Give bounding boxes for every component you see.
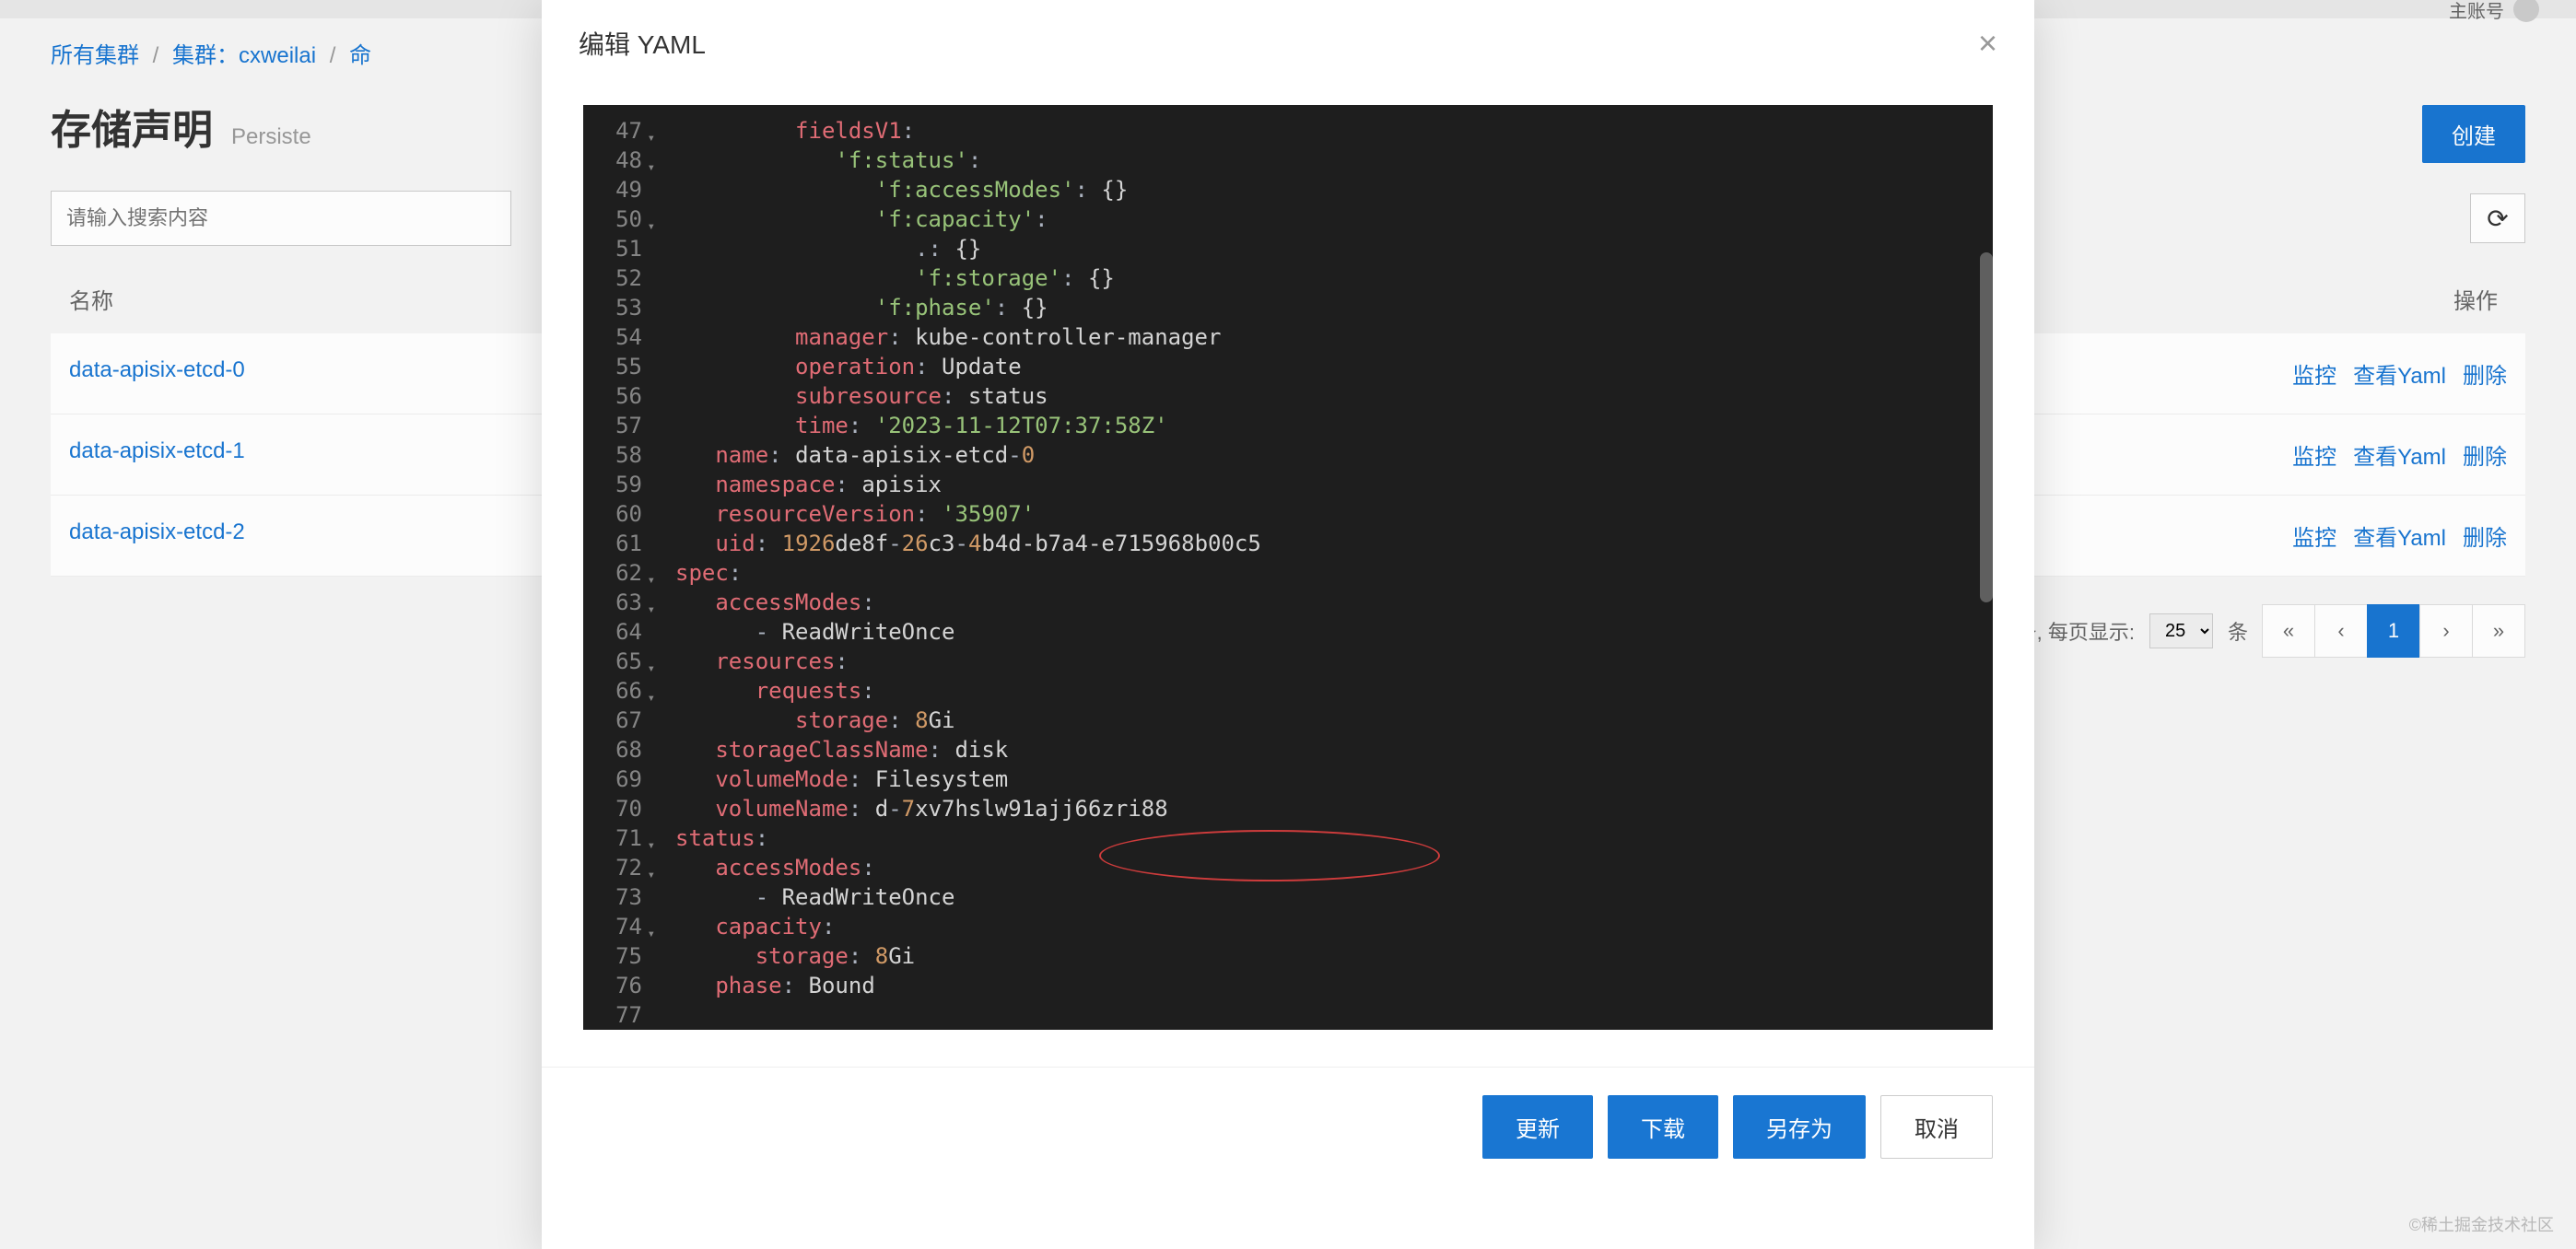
save-as-button[interactable]: 另存为 xyxy=(1733,1095,1866,1159)
update-button[interactable]: 更新 xyxy=(1482,1095,1593,1159)
close-icon: × xyxy=(1978,24,1997,62)
modal-overlay: 编辑 YAML × 474849505152535455565758596061… xyxy=(0,0,2576,1249)
cancel-button[interactable]: 取消 xyxy=(1880,1095,1993,1159)
yaml-editor[interactable]: 4748495051525354555657585960616263646566… xyxy=(583,105,1993,1030)
download-button[interactable]: 下载 xyxy=(1608,1095,1718,1159)
modal-close-button[interactable]: × xyxy=(1978,24,1997,63)
yaml-editor-modal: 编辑 YAML × 474849505152535455565758596061… xyxy=(542,0,2034,1249)
modal-title: 编辑 YAML xyxy=(579,25,706,62)
editor-scrollbar[interactable] xyxy=(1980,252,1993,602)
